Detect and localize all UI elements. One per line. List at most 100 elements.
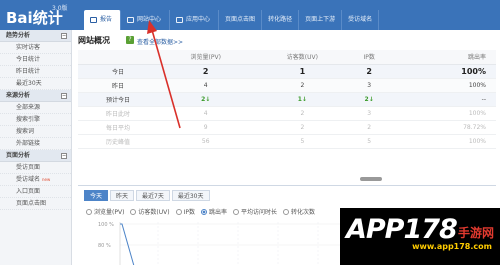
sidebar-item-visited-domains[interactable]: 受访域名 new bbox=[0, 174, 71, 186]
series-line bbox=[120, 223, 135, 265]
metric-option-pv[interactable]: 浏览量(PV) bbox=[86, 207, 124, 216]
radio-button[interactable] bbox=[233, 208, 239, 215]
sidebar-item-search-engines[interactable]: 搜索引擎 bbox=[0, 114, 71, 126]
watermark-chinese: 手游网 bbox=[457, 226, 494, 240]
subtab-heatmap-label: 页面点击图 bbox=[225, 16, 256, 23]
logo-version: 3.0版 bbox=[52, 5, 68, 12]
table-header: 跳出率 bbox=[387, 50, 496, 65]
sidebar-item-search-terms[interactable]: 搜索词 bbox=[0, 126, 71, 138]
chart-tab-last30[interactable]: 最近30天 bbox=[171, 190, 210, 201]
chart-range-tabs: 今天 昨天 最近7天 最近30天 bbox=[84, 190, 210, 201]
metric-option-uv[interactable]: 访客数(UV) bbox=[130, 207, 170, 216]
sidebar-section-source[interactable]: 来源分析 − bbox=[0, 90, 71, 102]
sidebar-section-source-label: 来源分析 bbox=[6, 92, 31, 99]
subtab-visited-domains-label: 受访域名 bbox=[348, 16, 373, 23]
table-cell: 3 bbox=[351, 106, 388, 121]
view-all-data-link[interactable]: 查看全部数据>> bbox=[137, 37, 183, 46]
subtab-visited-domains[interactable]: 受访域名 bbox=[342, 10, 380, 30]
sidebar-item-entry-pages[interactable]: 入口页面 bbox=[0, 186, 71, 198]
sidebar-section-pages[interactable]: 页面分析 − bbox=[0, 150, 71, 162]
table-cell: 100% bbox=[387, 106, 496, 121]
table-cell: 2 bbox=[351, 64, 388, 79]
sidebar-item-yesterday[interactable]: 昨日统计 bbox=[0, 66, 71, 78]
table-header: 浏览量(PV) bbox=[158, 50, 254, 65]
table-cell: 2↓ bbox=[351, 92, 388, 107]
baidu-tongji-logo[interactable]: Bai统计 3.0版 bbox=[6, 3, 72, 27]
overview-table: 浏览量(PV) 访客数(UV) IP数 跳出率 今日 2 1 2 100% 昨日… bbox=[78, 50, 496, 149]
table-cell: 1 bbox=[253, 64, 352, 79]
table-header: 访客数(UV) bbox=[253, 50, 352, 65]
table-row: 历史峰值 56 5 5 100% bbox=[78, 134, 496, 149]
y-tick-label: 80 % bbox=[98, 243, 111, 249]
sidebar-item-page-heatmap[interactable]: 页面点击图 bbox=[0, 198, 71, 210]
chart-tab-yesterday[interactable]: 昨天 bbox=[110, 190, 135, 201]
chart-tab-today[interactable]: 今天 bbox=[84, 190, 109, 201]
resize-handle[interactable] bbox=[360, 177, 382, 181]
sidebar-item-external-links[interactable]: 外部链接 bbox=[0, 138, 71, 150]
site-center-icon bbox=[127, 17, 135, 23]
table-cell: 78.72% bbox=[387, 120, 496, 135]
subtab-page-flow-label: 页面上下游 bbox=[305, 16, 336, 23]
table-cell: 2 bbox=[253, 120, 352, 135]
radio-button[interactable] bbox=[175, 208, 182, 215]
subtab-page-flow[interactable]: 页面上下游 bbox=[299, 10, 343, 30]
table-row: 今日 2 1 2 100% bbox=[78, 64, 496, 79]
collapse-icon[interactable]: − bbox=[61, 93, 67, 99]
table-cell: 5 bbox=[351, 134, 388, 149]
collapse-icon[interactable]: − bbox=[61, 33, 67, 39]
sidebar-item-today[interactable]: 今日统计 bbox=[0, 54, 71, 66]
metric-option-bounce[interactable]: 跳出率 bbox=[200, 207, 227, 216]
sidebar-item-all-sources[interactable]: 全部来源 bbox=[0, 102, 71, 114]
collapse-icon[interactable]: − bbox=[61, 153, 67, 159]
table-cell: 2 bbox=[253, 78, 352, 93]
radio-button[interactable] bbox=[283, 208, 290, 215]
tab-site-center[interactable]: 网站中心 bbox=[121, 10, 171, 30]
table-row: 预计今日 2↓ 1↓ 2↓ -- bbox=[78, 92, 496, 107]
tab-app-center[interactable]: 应用中心 bbox=[170, 10, 220, 30]
table-cell: 5 bbox=[253, 134, 352, 149]
sidebar-item-visited-pages[interactable]: 受访页面 bbox=[0, 162, 71, 174]
app-center-icon bbox=[176, 17, 184, 23]
page-title: 网站概况 bbox=[78, 36, 110, 45]
main-nav: 报告 网站中心 应用中心 页面点击图 转化路径 页面上下游 受访域名 bbox=[84, 10, 380, 30]
sidebar-item-realtime[interactable]: 实时访客 bbox=[0, 42, 71, 54]
app178-watermark: APP178 手游网 www.app178.com bbox=[340, 208, 500, 265]
table-header-row: 浏览量(PV) 访客数(UV) IP数 跳出率 bbox=[78, 50, 496, 65]
subtab-heatmap[interactable]: 页面点击图 bbox=[219, 10, 263, 30]
sidebar-section-trend-label: 趋势分析 bbox=[6, 32, 31, 39]
table-cell: 2 bbox=[158, 64, 254, 79]
metric-label: IP数 bbox=[183, 209, 195, 216]
radio-button-selected[interactable] bbox=[200, 208, 207, 215]
row-label: 今日 bbox=[78, 64, 158, 79]
sidebar-item-last30[interactable]: 最近30天 bbox=[0, 78, 71, 90]
radio-button[interactable] bbox=[130, 208, 137, 215]
sidebar: 趋势分析 − 实时访客 今日统计 昨日统计 最近30天 来源分析 − 全部来源 … bbox=[0, 30, 72, 265]
metric-label: 浏览量(PV) bbox=[94, 209, 125, 216]
chart-tab-last7[interactable]: 最近7天 bbox=[136, 190, 170, 201]
sidebar-item-visited-domains-label: 受访域名 bbox=[16, 176, 41, 183]
row-label: 预计今日 bbox=[78, 92, 158, 107]
tab-report-label: 报告 bbox=[100, 16, 113, 23]
metric-label: 跳出率 bbox=[208, 209, 227, 216]
sidebar-section-trend[interactable]: 趋势分析 − bbox=[0, 30, 71, 42]
row-label: 昨日 bbox=[78, 78, 158, 93]
metric-selector: 浏览量(PV) 访客数(UV) IP数 跳出率 平均访问时长 转化次数 bbox=[86, 207, 315, 216]
row-label: 每日平均 bbox=[78, 120, 158, 135]
watermark-url: www.app178.com bbox=[412, 242, 492, 251]
table-cell: 3 bbox=[351, 78, 388, 93]
radio-button[interactable] bbox=[86, 208, 92, 215]
metric-option-avg-duration[interactable]: 平均访问时长 bbox=[233, 207, 277, 216]
table-cell: 1↓ bbox=[253, 92, 352, 107]
metric-label: 平均访问时长 bbox=[241, 209, 278, 216]
metric-option-ip[interactable]: IP数 bbox=[175, 207, 195, 216]
table-cell: 4 bbox=[158, 106, 254, 121]
tab-site-center-label: 网站中心 bbox=[137, 16, 162, 23]
sidebar-section-pages-label: 页面分析 bbox=[6, 152, 31, 159]
table-cell: 9 bbox=[158, 120, 254, 135]
help-icon[interactable]: ? bbox=[126, 36, 134, 44]
tab-app-center-label: 应用中心 bbox=[186, 16, 211, 23]
table-cell: 100% bbox=[387, 78, 496, 93]
subtab-conversion-path[interactable]: 转化路径 bbox=[262, 10, 300, 30]
metric-option-conversions[interactable]: 转化次数 bbox=[283, 207, 315, 216]
tab-report[interactable]: 报告 bbox=[84, 10, 122, 30]
